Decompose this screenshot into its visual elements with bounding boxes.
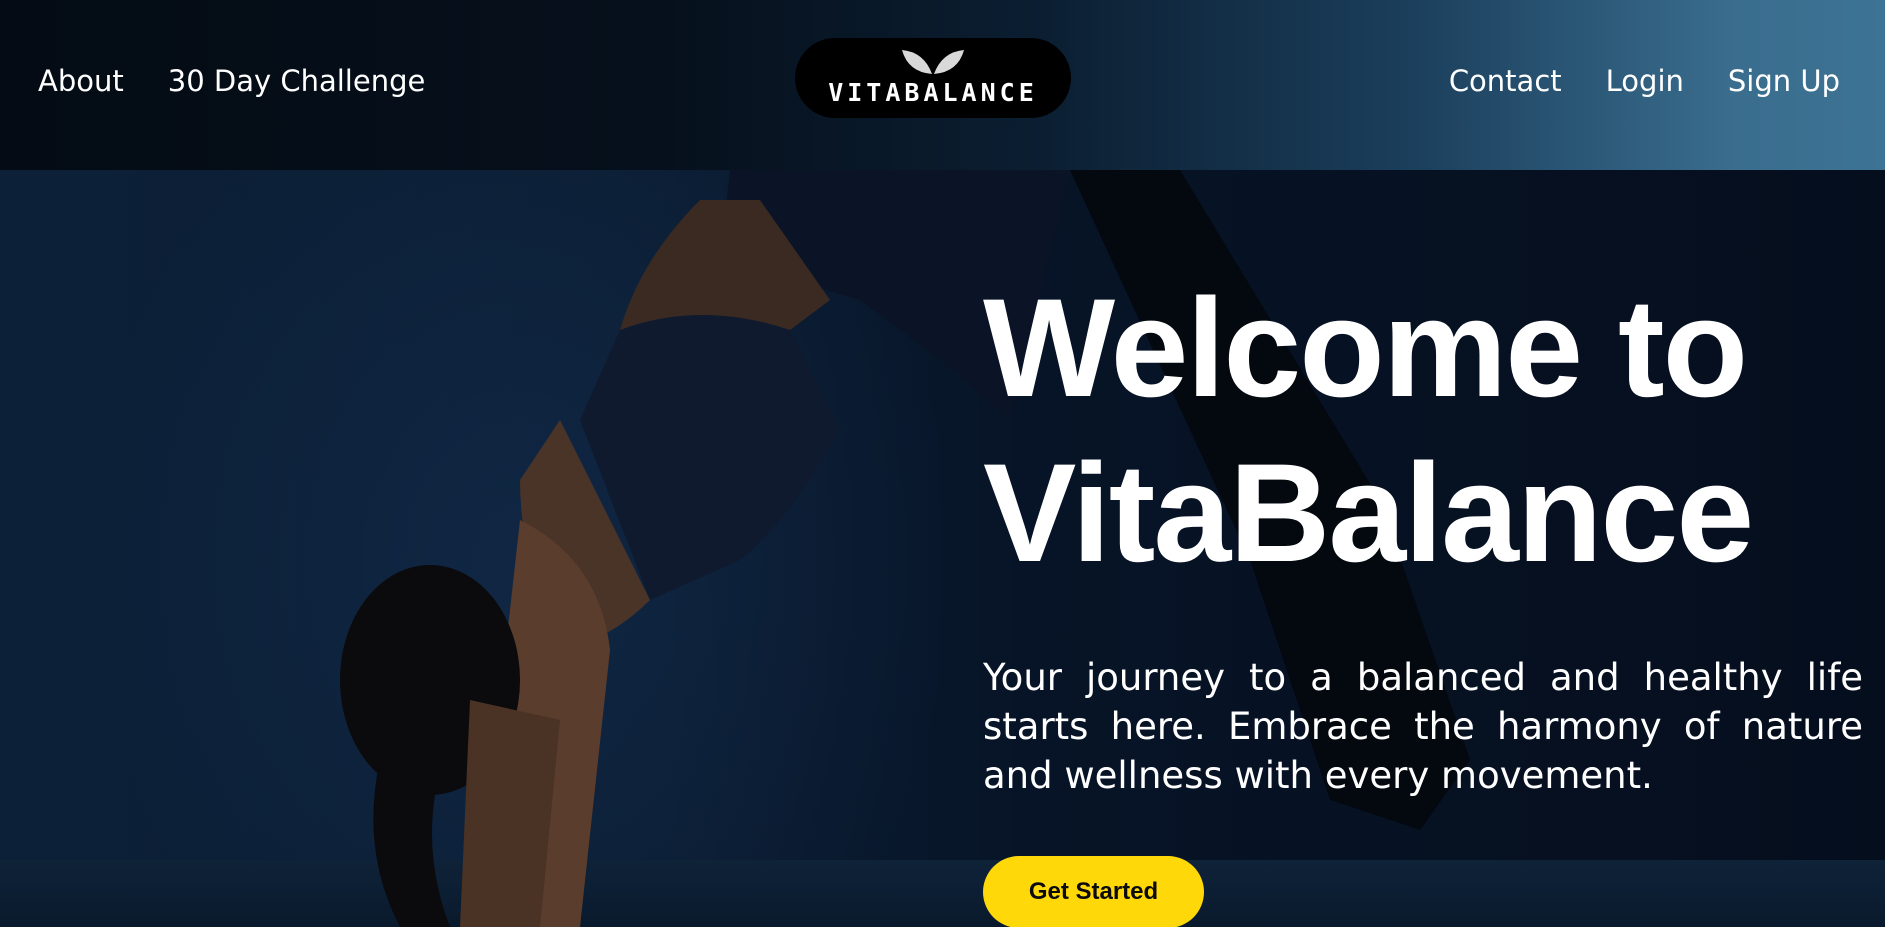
brand-name: VITABALANCE — [828, 77, 1038, 107]
landing-page: About 30 Day Challenge VITABALANCE Conta… — [0, 0, 1885, 927]
nav-link-login[interactable]: Login — [1606, 64, 1684, 98]
nav-link-sign-up[interactable]: Sign Up — [1728, 64, 1840, 98]
get-started-button[interactable]: Get Started — [983, 856, 1204, 927]
hero-title-line-1: Welcome to — [983, 269, 1748, 426]
nav-link-about[interactable]: About — [38, 64, 124, 98]
hero-title: Welcome to VitaBalance — [983, 265, 1863, 595]
hero-section: Welcome to VitaBalance Your journey to a… — [983, 265, 1863, 927]
nav-right: Contact Login Sign Up — [1449, 64, 1840, 98]
leaves-icon — [902, 49, 964, 74]
nav-link-contact[interactable]: Contact — [1449, 64, 1562, 98]
brand-logo[interactable]: VITABALANCE — [795, 38, 1071, 118]
nav-link-30-day-challenge[interactable]: 30 Day Challenge — [168, 64, 426, 98]
top-navigation: About 30 Day Challenge VITABALANCE Conta… — [0, 0, 1885, 170]
nav-left: About 30 Day Challenge — [38, 64, 425, 98]
hero-subtitle: Your journey to a balanced and healthy l… — [983, 656, 1863, 797]
hero-title-line-2: VitaBalance — [983, 434, 1754, 591]
